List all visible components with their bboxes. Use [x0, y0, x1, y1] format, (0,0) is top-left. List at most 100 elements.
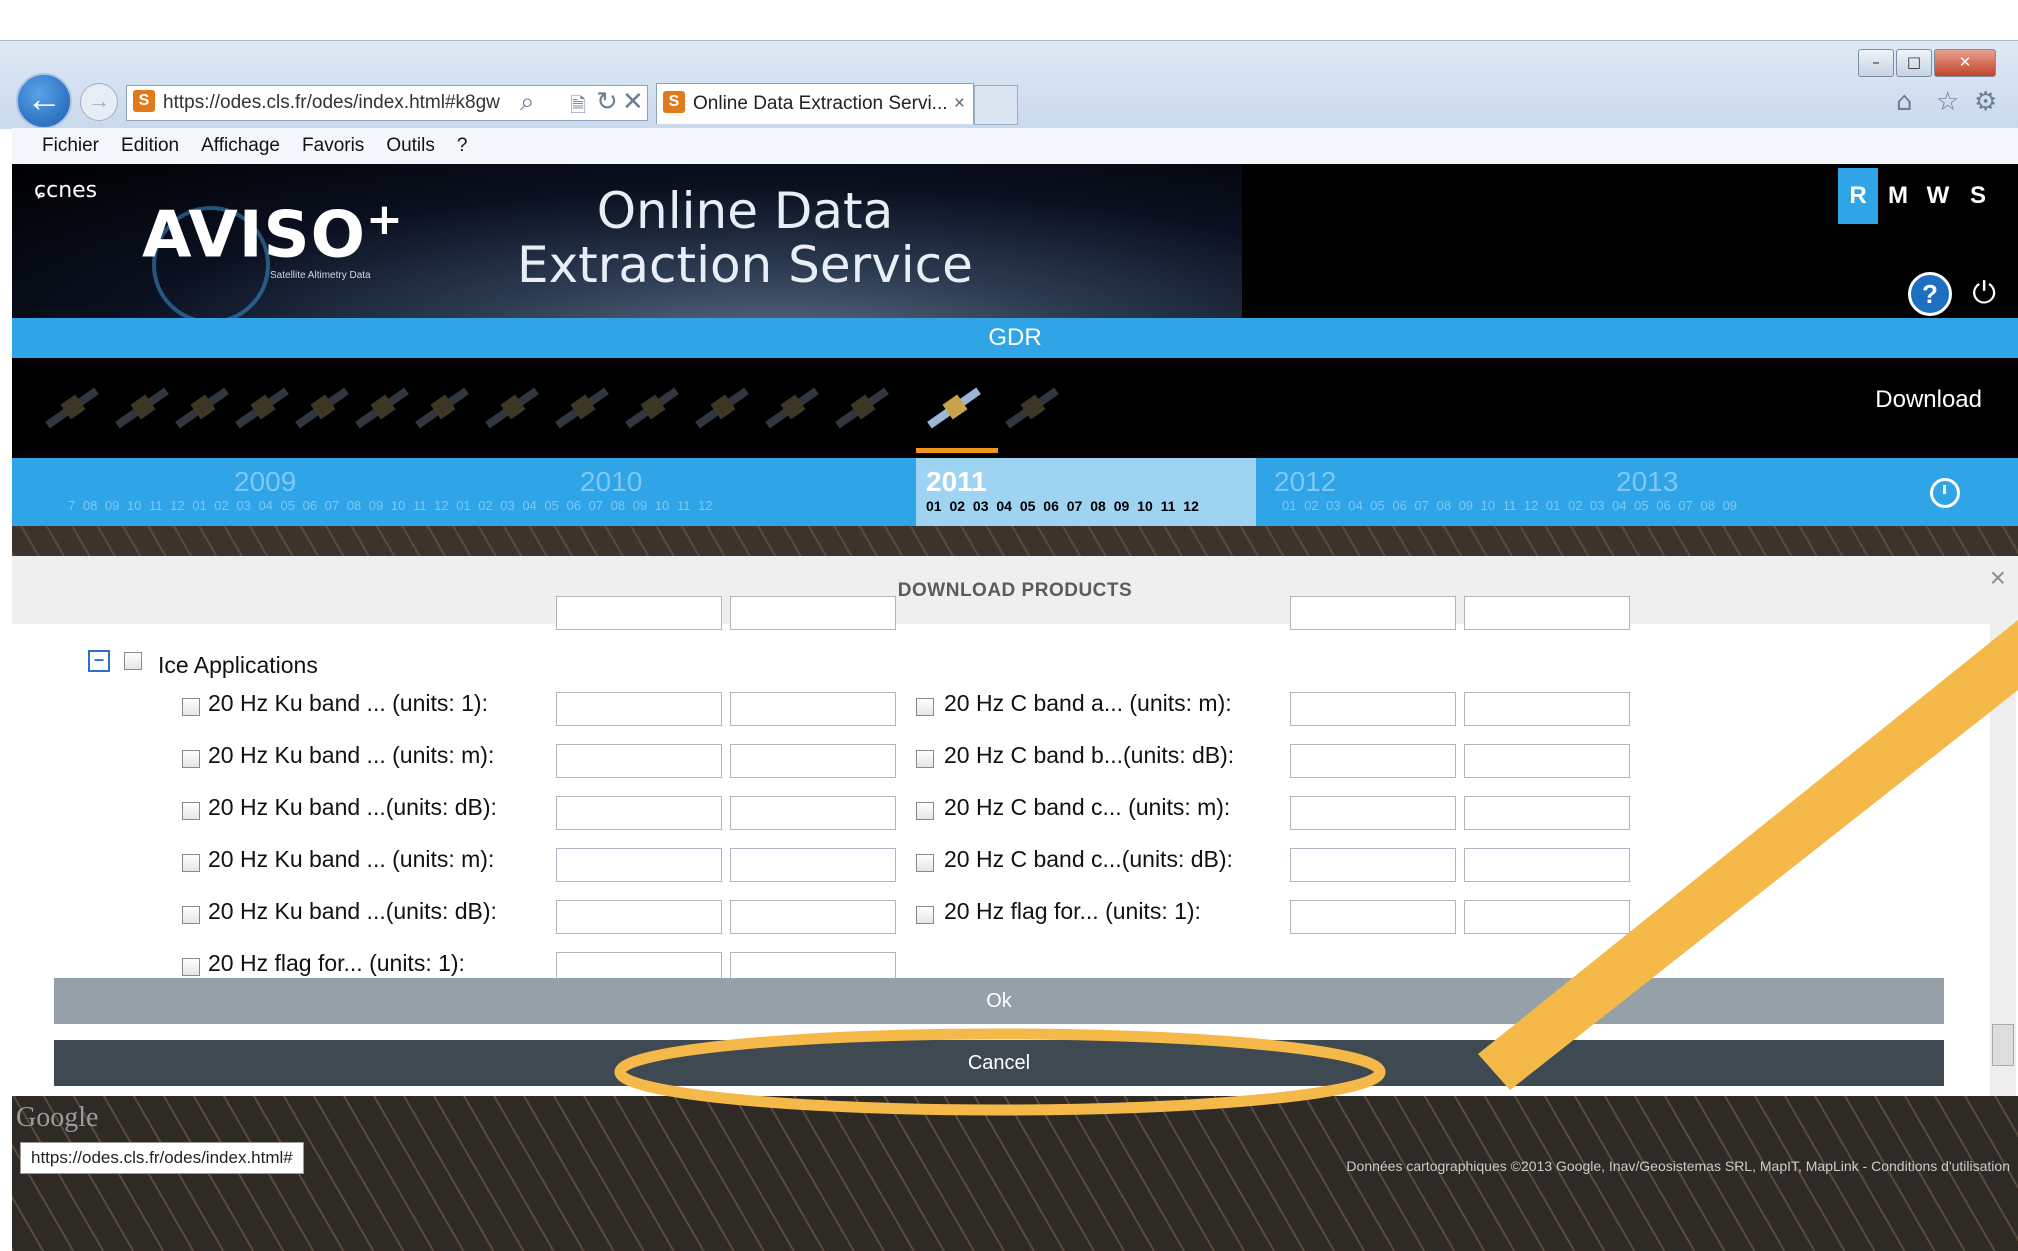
- mode-m-button[interactable]: M: [1878, 168, 1918, 224]
- max-input[interactable]: [730, 692, 896, 726]
- modal-header: DOWNLOAD PRODUCTS ×: [12, 556, 2018, 624]
- max-input[interactable]: [1464, 900, 1630, 934]
- satellite-icon[interactable]: [832, 378, 892, 438]
- field-checkbox[interactable]: [182, 698, 200, 716]
- help-icon[interactable]: ?: [1908, 272, 1952, 316]
- page-title: Online Data Extraction Service: [517, 182, 973, 294]
- satellite-icon[interactable]: [232, 378, 292, 438]
- year-2013[interactable]: 2013: [1616, 466, 1678, 498]
- year-2010[interactable]: 2010: [580, 466, 642, 498]
- menu-help[interactable]: ?: [457, 128, 468, 164]
- menu-outils[interactable]: Outils: [386, 128, 435, 164]
- scroll-thumb[interactable]: [1992, 1024, 2014, 1066]
- menu-favoris[interactable]: Favoris: [302, 128, 364, 164]
- field-checkbox[interactable]: [182, 854, 200, 872]
- menu-fichier[interactable]: Fichier: [42, 128, 99, 164]
- min-input[interactable]: [1290, 900, 1456, 934]
- max-input[interactable]: [1464, 744, 1630, 778]
- max-input[interactable]: [730, 796, 896, 830]
- max-input[interactable]: [730, 744, 896, 778]
- modal-close-icon[interactable]: ×: [1990, 562, 2006, 594]
- field-checkbox[interactable]: [916, 906, 934, 924]
- forward-button[interactable]: →: [80, 83, 118, 121]
- satellite-icon[interactable]: [352, 378, 412, 438]
- clock-icon[interactable]: [1930, 478, 1960, 508]
- mode-r-button[interactable]: R: [1838, 168, 1878, 224]
- menu-edition[interactable]: Edition: [121, 128, 179, 164]
- home-icon[interactable]: ⌂: [1896, 87, 1913, 117]
- menu-affichage[interactable]: Affichage: [201, 128, 280, 164]
- minimize-button[interactable]: –: [1858, 49, 1894, 77]
- maximize-button[interactable]: □: [1896, 49, 1932, 77]
- max-input[interactable]: [1464, 796, 1630, 830]
- field-label: 20 Hz C band a... (units: m):: [944, 690, 1232, 716]
- max-input[interactable]: [730, 900, 896, 934]
- field-checkbox[interactable]: [182, 958, 200, 976]
- selected-satellite-icon[interactable]: [924, 378, 984, 438]
- refresh-icon[interactable]: ↻: [596, 87, 618, 117]
- download-link[interactable]: Download: [1875, 386, 1982, 414]
- satellite-icon[interactable]: [412, 378, 472, 438]
- satellite-icon[interactable]: [552, 378, 612, 438]
- min-input[interactable]: [556, 596, 722, 630]
- mode-s-button[interactable]: S: [1958, 168, 1998, 224]
- new-tab-button[interactable]: [974, 85, 1018, 125]
- satellite-icon[interactable]: [622, 378, 682, 438]
- min-input[interactable]: [1290, 848, 1456, 882]
- field-checkbox[interactable]: [182, 802, 200, 820]
- min-input[interactable]: [556, 692, 722, 726]
- date-timeline[interactable]: 2009 2010 2011 2012 2013 7 08 09 10 11 1…: [12, 458, 2018, 526]
- satellite-icon[interactable]: [1002, 378, 1062, 438]
- compatibility-icon[interactable]: 🗎: [570, 91, 586, 125]
- tab-close-icon[interactable]: ×: [954, 84, 965, 124]
- satellite-icon[interactable]: [292, 378, 352, 438]
- search-icon[interactable]: ⌕: [520, 87, 535, 118]
- field-label: 20 Hz Ku band ... (units: 1):: [208, 690, 488, 716]
- ok-button[interactable]: Ok: [54, 978, 1944, 1024]
- year-2012[interactable]: 2012: [1274, 466, 1336, 498]
- section-checkbox[interactable]: [124, 652, 142, 670]
- favorites-star-icon[interactable]: ☆: [1936, 87, 1959, 117]
- mode-w-button[interactable]: W: [1918, 168, 1958, 224]
- min-input[interactable]: [556, 900, 722, 934]
- min-input[interactable]: [556, 744, 722, 778]
- satellite-icon[interactable]: [42, 378, 102, 438]
- max-input[interactable]: [730, 596, 896, 630]
- satellite-icon[interactable]: [692, 378, 752, 438]
- scroll-up-icon[interactable]: ▲: [1998, 632, 2012, 648]
- year-2009[interactable]: 2009: [234, 466, 296, 498]
- field-checkbox[interactable]: [916, 854, 934, 872]
- min-input[interactable]: [556, 796, 722, 830]
- power-icon[interactable]: ⏻: [1972, 276, 1996, 311]
- max-input[interactable]: [1464, 692, 1630, 726]
- satellite-icon[interactable]: [112, 378, 172, 438]
- min-input[interactable]: [1290, 744, 1456, 778]
- field-checkbox[interactable]: [916, 802, 934, 820]
- google-logo: Google: [16, 1102, 99, 1133]
- field-checkbox[interactable]: [182, 750, 200, 768]
- year-2011[interactable]: 2011: [926, 466, 987, 498]
- window-close-button[interactable]: ✕: [1934, 49, 1996, 77]
- browser-tab[interactable]: S Online Data Extraction Servi... ×: [656, 83, 974, 124]
- min-input[interactable]: [556, 848, 722, 882]
- min-input[interactable]: [1290, 596, 1456, 630]
- max-input[interactable]: [1464, 848, 1630, 882]
- cancel-button[interactable]: Cancel: [54, 1040, 1944, 1086]
- stop-icon[interactable]: ✕: [622, 87, 644, 117]
- map-area[interactable]: Google https://odes.cls.fr/odes/index.ht…: [12, 1096, 2018, 1251]
- satellite-icon[interactable]: [482, 378, 542, 438]
- min-input[interactable]: [1290, 692, 1456, 726]
- section-label: Ice Applications: [158, 652, 318, 678]
- max-input[interactable]: [730, 848, 896, 882]
- back-button[interactable]: ←: [16, 73, 72, 129]
- settings-gear-icon[interactable]: ⚙: [1974, 87, 1997, 117]
- field-checkbox[interactable]: [916, 750, 934, 768]
- collapse-icon[interactable]: –: [88, 650, 110, 672]
- max-input[interactable]: [1464, 596, 1630, 630]
- field-label: 20 Hz Ku band ...(units: dB):: [208, 794, 497, 820]
- satellite-icon[interactable]: [762, 378, 822, 438]
- min-input[interactable]: [1290, 796, 1456, 830]
- satellite-icon[interactable]: [172, 378, 232, 438]
- field-checkbox[interactable]: [182, 906, 200, 924]
- field-checkbox[interactable]: [916, 698, 934, 716]
